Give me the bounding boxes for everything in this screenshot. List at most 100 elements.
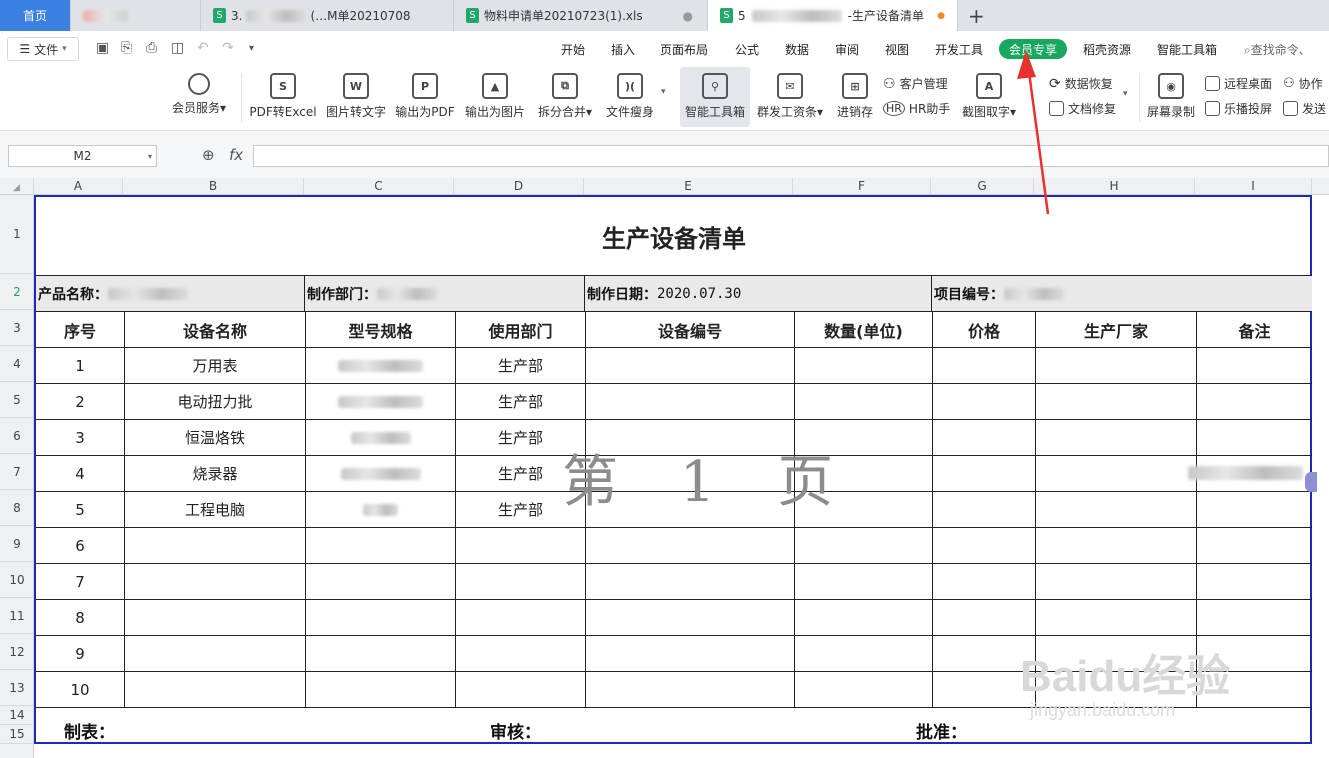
column-header-f[interactable]: F <box>793 178 931 195</box>
file-slim-button[interactable]: )( 文件瘦身 <box>602 67 658 127</box>
screenshot-ocr-button[interactable]: A 截图取字▾ <box>958 67 1020 127</box>
row-header-12[interactable]: 12 <box>0 634 34 670</box>
cell-device-number[interactable] <box>586 384 795 420</box>
cell-seq[interactable]: 7 <box>36 564 125 600</box>
menu-view[interactable]: 视图 <box>885 41 909 58</box>
expand-chevron-icon[interactable]: ▾ <box>661 87 666 97</box>
cell-seq[interactable]: 3 <box>36 420 125 456</box>
header-device-number[interactable]: 设备编号 <box>586 312 795 348</box>
cell-quantity[interactable] <box>795 672 933 708</box>
cell-price[interactable] <box>933 600 1036 636</box>
split-merge-button[interactable]: ⧉ 拆分合并▾ <box>533 67 597 127</box>
cell-device-name[interactable]: 万用表 <box>125 348 306 384</box>
row-header-15[interactable]: 15 <box>0 725 34 744</box>
cell-device-name[interactable] <box>125 636 306 672</box>
column-header-c[interactable]: C <box>304 178 454 195</box>
cell-device-name[interactable] <box>125 672 306 708</box>
fx-icon[interactable]: fx <box>229 146 243 164</box>
zoom-icon[interactable]: ⊕ <box>202 146 215 164</box>
cell-quantity[interactable] <box>795 528 933 564</box>
cell-model-spec[interactable] <box>306 456 456 492</box>
menu-review[interactable]: 审阅 <box>835 41 859 58</box>
cell-model-spec[interactable] <box>306 492 456 528</box>
tab-m-order[interactable]: S 3. (…M单20210708 <box>201 0 454 31</box>
cell-device-name[interactable]: 恒温烙铁 <box>125 420 306 456</box>
product-name-cell[interactable]: 产品名称： <box>36 276 305 312</box>
header-use-dept[interactable]: 使用部门 <box>456 312 586 348</box>
column-header-d[interactable]: D <box>454 178 584 195</box>
column-header-b[interactable]: B <box>123 178 304 195</box>
formula-input[interactable] <box>253 145 1329 167</box>
cell-remarks[interactable] <box>1197 564 1312 600</box>
cell-device-number[interactable] <box>586 636 795 672</box>
pdf-to-excel-button[interactable]: S PDF转Excel <box>248 67 318 127</box>
cell-price[interactable] <box>933 456 1036 492</box>
crm-button[interactable]: ⚇ 客户管理 <box>883 75 948 92</box>
cell-device-name[interactable] <box>125 564 306 600</box>
header-remarks[interactable]: 备注 <box>1197 312 1312 348</box>
cell-manufacturer[interactable] <box>1036 600 1197 636</box>
header-quantity[interactable]: 数量(单位) <box>795 312 933 348</box>
member-service-button[interactable]: 会员服务▾ <box>166 67 232 127</box>
menu-developer[interactable]: 开发工具 <box>935 41 983 58</box>
cell-device-name[interactable] <box>125 600 306 636</box>
cell-use-dept[interactable] <box>456 564 586 600</box>
cell-price[interactable] <box>933 384 1036 420</box>
cell-use-dept[interactable]: 生产部 <box>456 348 586 384</box>
cell-seq[interactable]: 6 <box>36 528 125 564</box>
cell-remarks[interactable] <box>1197 348 1312 384</box>
cell-price[interactable] <box>933 420 1036 456</box>
column-header-i[interactable]: I <box>1195 178 1312 195</box>
data-recovery-button[interactable]: ⟳ 数据恢复 <box>1049 75 1113 92</box>
doc-repair-button[interactable]: 文档修复 <box>1049 100 1116 117</box>
cell-quantity[interactable] <box>795 348 933 384</box>
cell-manufacturer[interactable] <box>1036 456 1197 492</box>
cell-remarks[interactable] <box>1197 600 1312 636</box>
cell-price[interactable] <box>933 348 1036 384</box>
row-header-1[interactable]: 1 <box>0 195 34 274</box>
project-number-cell[interactable]: 项目编号： <box>932 276 1312 312</box>
menu-insert[interactable]: 插入 <box>611 41 635 58</box>
cell-seq[interactable]: 10 <box>36 672 125 708</box>
cell-price[interactable] <box>933 492 1036 528</box>
cell-remarks[interactable] <box>1197 528 1312 564</box>
cell-seq[interactable]: 4 <box>36 456 125 492</box>
export-pdf-button[interactable]: P 输出为PDF <box>393 67 457 127</box>
cell-model-spec[interactable] <box>306 564 456 600</box>
row-header-10[interactable]: 10 <box>0 562 34 598</box>
cell-seq[interactable]: 5 <box>36 492 125 528</box>
export-image-button[interactable]: ▲ 输出为图片 <box>462 67 528 127</box>
row-header-4[interactable]: 4 <box>0 346 34 382</box>
cell-remarks[interactable] <box>1197 492 1312 528</box>
cell-device-number[interactable] <box>586 564 795 600</box>
cell-device-name[interactable]: 电动扭力批 <box>125 384 306 420</box>
tab-material-request[interactable]: S 物料申请单20210723(1).xls ● <box>454 0 708 31</box>
cell-quantity[interactable] <box>795 564 933 600</box>
expand-chevron-icon[interactable]: ▾ <box>1123 89 1128 99</box>
menu-smart-toolbox[interactable]: 智能工具箱 <box>1157 41 1217 58</box>
save-icon[interactable]: ▣ <box>96 40 109 56</box>
tab-blurred-pink[interactable] <box>71 0 201 31</box>
cell-device-name[interactable] <box>125 528 306 564</box>
row-header-3[interactable]: 3 <box>0 310 34 346</box>
file-menu-button[interactable]: ☰ 文件 ▾ <box>7 37 79 61</box>
cell-price[interactable] <box>933 528 1036 564</box>
screen-record-button[interactable]: ◉ 屏幕录制 <box>1144 67 1198 127</box>
cell-device-name[interactable]: 烧录器 <box>125 456 306 492</box>
cell-manufacturer[interactable] <box>1036 420 1197 456</box>
cell-remarks[interactable] <box>1197 420 1312 456</box>
menu-formulas[interactable]: 公式 <box>735 41 759 58</box>
menu-start[interactable]: 开始 <box>561 41 585 58</box>
output-icon[interactable]: ⎘ <box>121 40 132 56</box>
column-header-a[interactable]: A <box>34 178 123 195</box>
menu-docer-resources[interactable]: 稻壳资源 <box>1083 41 1131 58</box>
menu-member-exclusive[interactable]: 会员专享 <box>999 39 1067 59</box>
cell-seq[interactable]: 9 <box>36 636 125 672</box>
cell-model-spec[interactable] <box>306 420 456 456</box>
new-tab-plus-icon[interactable]: + <box>968 4 985 28</box>
header-manufacturer[interactable]: 生产厂家 <box>1036 312 1197 348</box>
select-all-corner[interactable]: ◢ <box>0 178 34 195</box>
row-header-6[interactable]: 6 <box>0 418 34 454</box>
screen-cast-button[interactable]: 乐播投屏 <box>1205 100 1272 117</box>
cell-use-dept[interactable]: 生产部 <box>456 384 586 420</box>
